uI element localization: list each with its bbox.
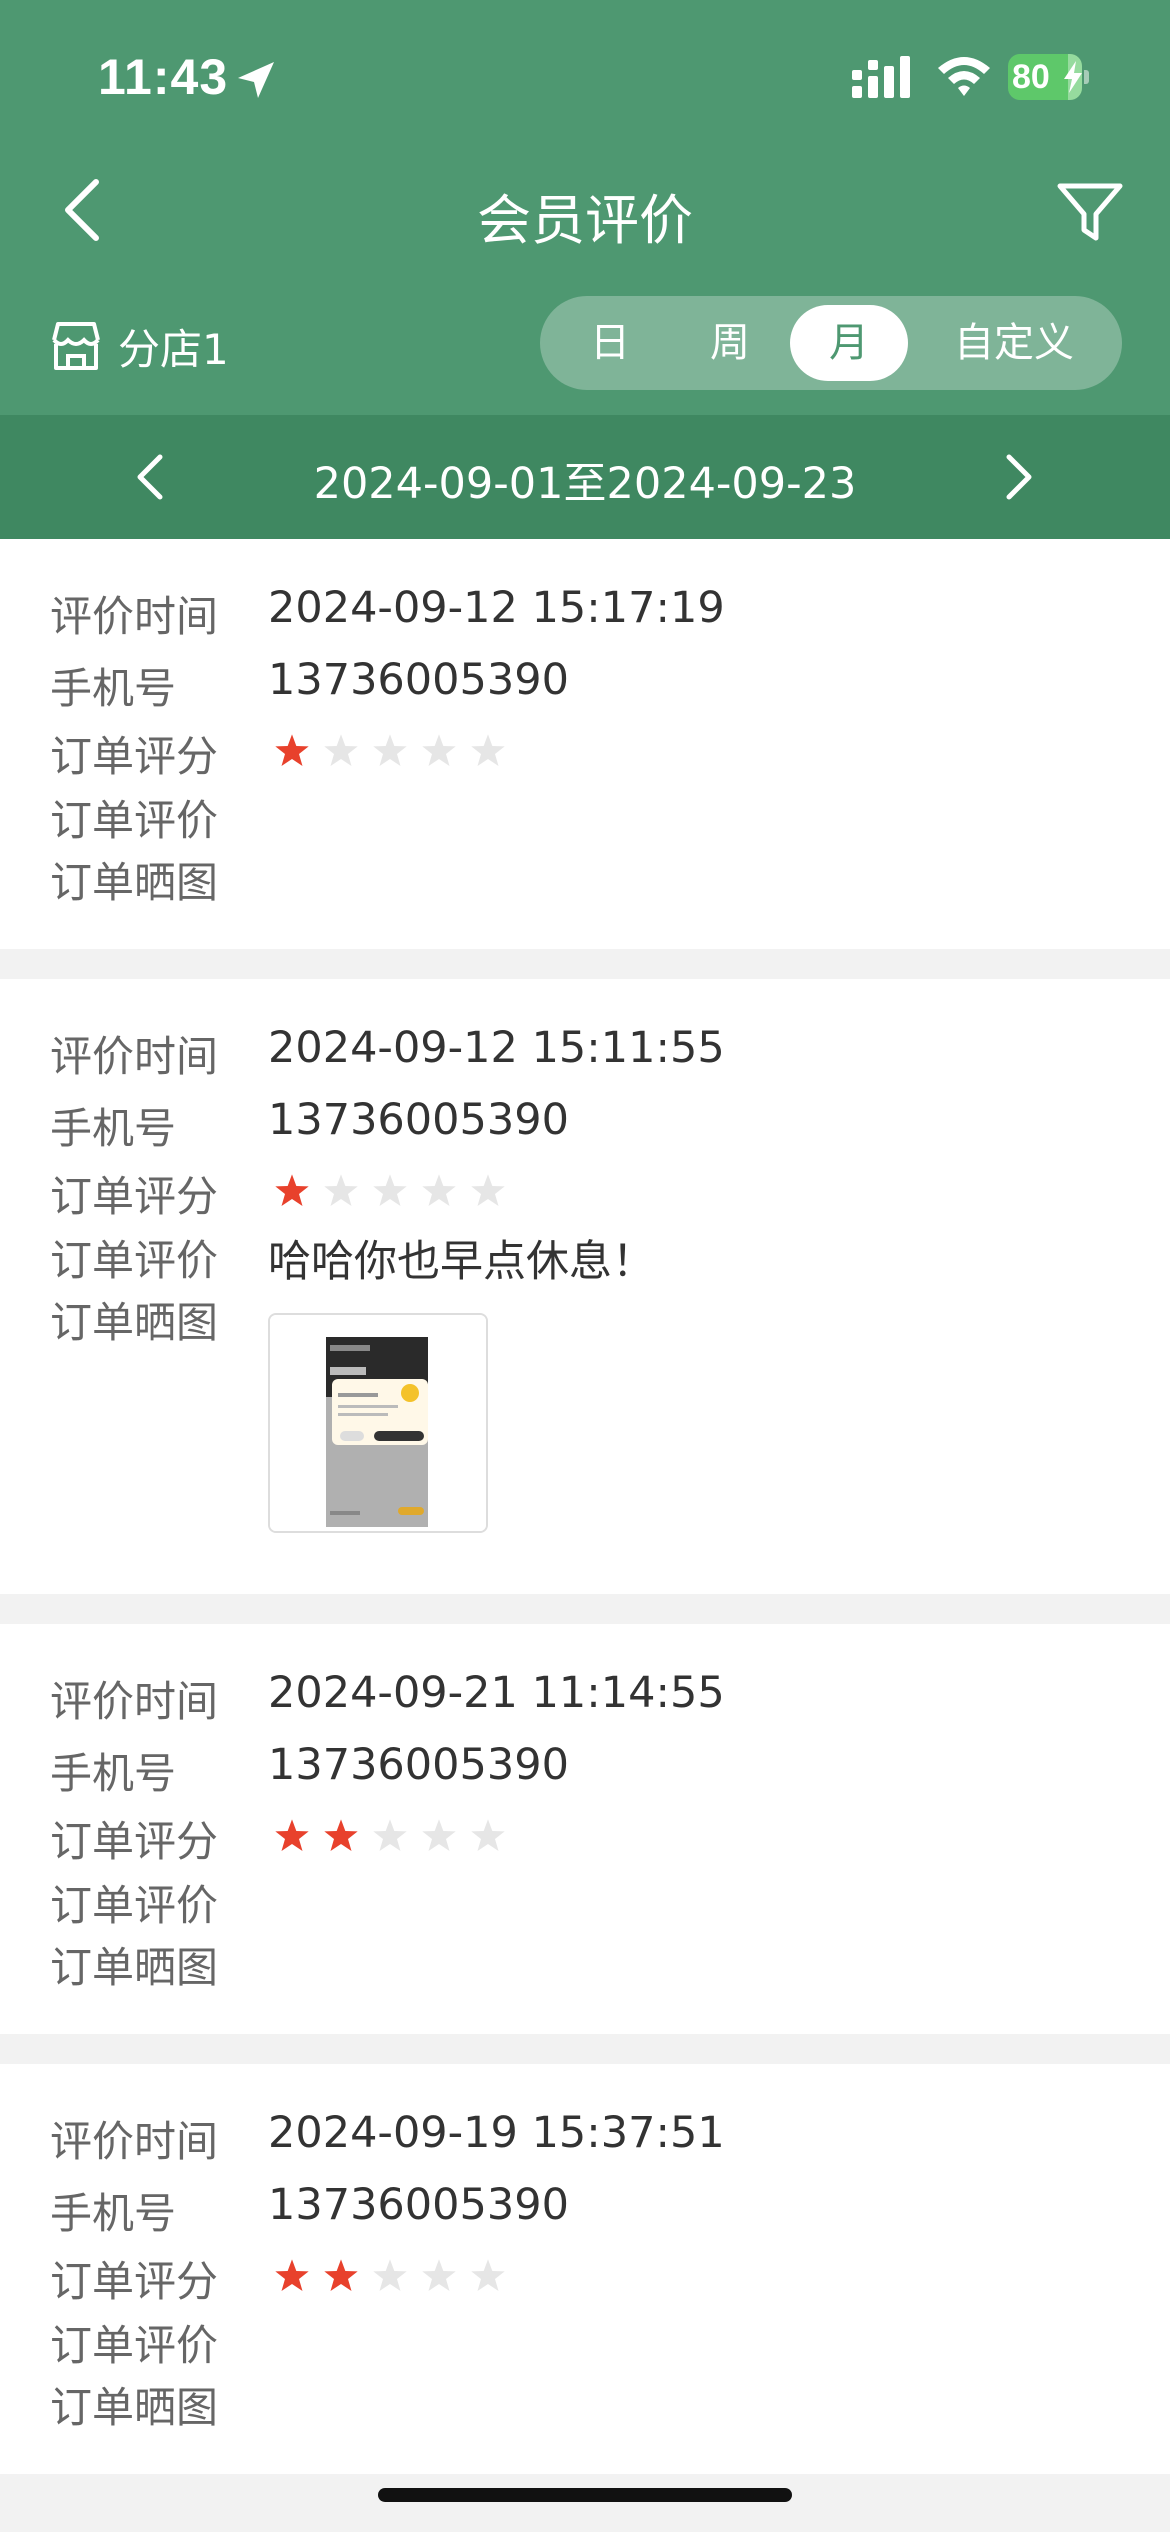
- phone-label: 手机号: [50, 664, 177, 713]
- charging-bolt-icon: [1064, 61, 1082, 93]
- star-empty-icon: [373, 1174, 407, 1206]
- star-empty-icon: [422, 2259, 456, 2291]
- battery-indicator: 80: [1008, 54, 1090, 100]
- photos-label: 订单晒图: [50, 1943, 219, 1992]
- phone-label: 手机号: [50, 2189, 177, 2238]
- tab-custom[interactable]: 自定义: [924, 296, 1104, 390]
- review-card: 评价时间 2024-09-21 11:14:55 手机号 13736005390 订…: [0, 1624, 1170, 2034]
- rating-label: 订单评分: [50, 1817, 219, 1866]
- rating-label: 订单评分: [50, 2257, 219, 2306]
- phone-number: 13736005390: [268, 1740, 569, 1790]
- review-photo-thumbnail[interactable]: [268, 1313, 488, 1533]
- review-comment: 哈哈你也早点休息！: [268, 1237, 655, 1287]
- photos-label: 订单晒图: [50, 858, 219, 907]
- review-time-label: 评价时间: [50, 592, 219, 641]
- star-empty-icon: [471, 1174, 505, 1206]
- screenshot-photo-icon: [270, 1315, 486, 1531]
- star-empty-icon: [324, 734, 358, 766]
- review-card: 评价时间 2024-09-12 15:17:19 手机号 13736005390 订…: [0, 539, 1170, 949]
- filter-funnel-icon[interactable]: [1050, 172, 1130, 252]
- star-filled-icon: [275, 734, 309, 766]
- star-empty-icon: [471, 1819, 505, 1851]
- review-time: 2024-09-21 11:14:55: [268, 1668, 725, 1718]
- nav-bar: 会员评价: [0, 160, 1170, 260]
- status-time: 11:43: [98, 49, 229, 105]
- rating-label: 订单评分: [50, 732, 219, 781]
- review-time-label: 评价时间: [50, 1032, 219, 1081]
- star-filled-icon: [275, 2259, 309, 2291]
- comment-label: 订单评价: [50, 796, 219, 845]
- store-icon: [52, 322, 100, 370]
- tab-day[interactable]: 日: [540, 296, 680, 390]
- star-empty-icon: [373, 2259, 407, 2291]
- phone-number: 13736005390: [268, 655, 569, 705]
- star-filled-icon: [275, 1174, 309, 1206]
- tab-month[interactable]: 月: [790, 305, 908, 381]
- photos-label: 订单晒图: [50, 1298, 219, 1347]
- wifi-icon: [938, 57, 990, 96]
- comment-label: 订单评价: [50, 1881, 219, 1930]
- store-name: 分店1: [118, 325, 229, 374]
- header: 11:43 80 会员评价 分店1 日 周 月 自定义: [0, 0, 1170, 415]
- phone-label: 手机号: [50, 1104, 177, 1153]
- star-filled-icon: [324, 1819, 358, 1851]
- location-arrow-icon: [238, 62, 274, 98]
- tab-week[interactable]: 周: [660, 296, 800, 390]
- page-title: 会员评价: [477, 189, 693, 252]
- comment-label: 订单评价: [50, 1236, 219, 1285]
- star-empty-icon: [324, 1174, 358, 1206]
- review-time-label: 评价时间: [50, 2117, 219, 2166]
- review-time: 2024-09-12 15:17:19: [268, 583, 725, 633]
- review-time-label: 评价时间: [50, 1677, 219, 1726]
- battery-percent: 80: [1012, 58, 1050, 96]
- review-card: 评价时间 2024-09-12 15:11:55 手机号 13736005390 订…: [0, 979, 1170, 1594]
- home-indicator: [378, 2488, 792, 2502]
- phone-number: 13736005390: [268, 2180, 569, 2230]
- status-bar: 11:43 80: [0, 0, 1170, 150]
- star-empty-icon: [422, 1819, 456, 1851]
- review-time: 2024-09-12 15:11:55: [268, 1023, 725, 1073]
- star-filled-icon: [275, 1819, 309, 1851]
- photos-label: 订单晒图: [50, 2383, 219, 2432]
- rating-label: 订单评分: [50, 1172, 219, 1221]
- phone-label: 手机号: [50, 1749, 177, 1798]
- next-period-chevron-icon[interactable]: [985, 445, 1049, 509]
- review-card: 评价时间 2024-09-19 15:37:51 手机号 13736005390 订…: [0, 2064, 1170, 2474]
- star-empty-icon: [471, 2259, 505, 2291]
- review-time: 2024-09-19 15:37:51: [268, 2108, 725, 2158]
- star-empty-icon: [422, 734, 456, 766]
- star-empty-icon: [471, 734, 505, 766]
- cellular-signal-icon: [852, 56, 910, 98]
- date-range-bar: 2024-09-01至2024-09-23: [0, 415, 1170, 539]
- star-filled-icon: [324, 2259, 358, 2291]
- star-empty-icon: [373, 1819, 407, 1851]
- comment-label: 订单评价: [50, 2321, 219, 2370]
- star-empty-icon: [422, 1174, 456, 1206]
- period-segmented-control: 日 周 月 自定义: [540, 296, 1122, 390]
- star-empty-icon: [373, 734, 407, 766]
- phone-number: 13736005390: [268, 1095, 569, 1145]
